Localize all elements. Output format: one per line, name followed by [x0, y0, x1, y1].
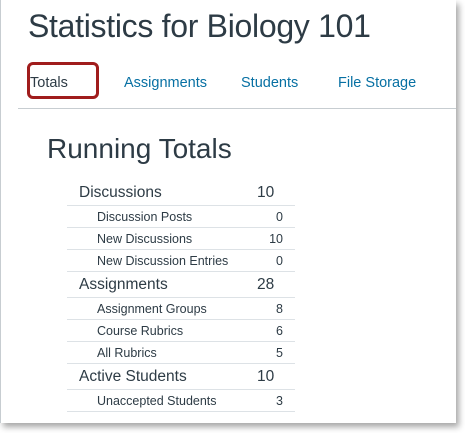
stat-value: 10	[257, 367, 275, 385]
stat-row: Course Rubrics 6	[67, 320, 295, 342]
stats-table: Discussions 10 Discussion Posts 0 New Di…	[67, 180, 295, 412]
tab-file-storage[interactable]: File Storage	[338, 75, 416, 91]
stat-label: New Discussion Entries	[97, 253, 229, 268]
stat-value: 6	[276, 323, 283, 338]
stat-group-active-students: Active Students 10	[67, 364, 295, 390]
tab-totals[interactable]: Totals	[30, 75, 68, 91]
statistics-panel: Statistics for Biology 101 Totals Assign…	[0, 0, 456, 423]
stat-label: New Discussions	[97, 231, 193, 246]
stat-group-assignments: Assignments 28	[67, 272, 295, 298]
stat-value: 0	[276, 209, 283, 224]
stat-row: New Discussions 10	[67, 228, 295, 250]
stat-label: Assignment Groups	[97, 301, 207, 316]
stat-value: 10	[257, 183, 275, 201]
section-title: Running Totals	[47, 133, 232, 164]
stat-row: Unaccepted Students 3	[67, 390, 295, 412]
stat-group-discussions: Discussions 10	[67, 180, 295, 206]
stat-row: Discussion Posts 0	[67, 206, 295, 228]
stat-label: Assignments	[79, 275, 168, 293]
tab-assignments[interactable]: Assignments	[124, 75, 207, 91]
stat-label: Discussions	[79, 183, 162, 201]
stat-row: All Rubrics 5	[67, 342, 295, 364]
stat-label: Active Students	[79, 367, 187, 385]
stat-value: 0	[276, 253, 283, 268]
tab-students[interactable]: Students	[241, 75, 298, 91]
stat-value: 5	[276, 345, 283, 360]
page-title: Statistics for Biology 101	[28, 8, 371, 44]
stat-label: Unaccepted Students	[97, 393, 217, 408]
stat-row: New Discussion Entries 0	[67, 250, 295, 272]
stat-row: Assignment Groups 8	[67, 298, 295, 320]
stat-value: 8	[276, 301, 283, 316]
stat-label: All Rubrics	[97, 345, 157, 360]
stat-label: Course Rubrics	[97, 323, 184, 338]
stat-value: 3	[276, 393, 283, 408]
tab-bar: Totals Assignments Students File Storage	[18, 62, 456, 109]
stat-value: 10	[269, 231, 283, 246]
stat-value: 28	[257, 275, 275, 293]
stat-label: Discussion Posts	[97, 209, 193, 224]
